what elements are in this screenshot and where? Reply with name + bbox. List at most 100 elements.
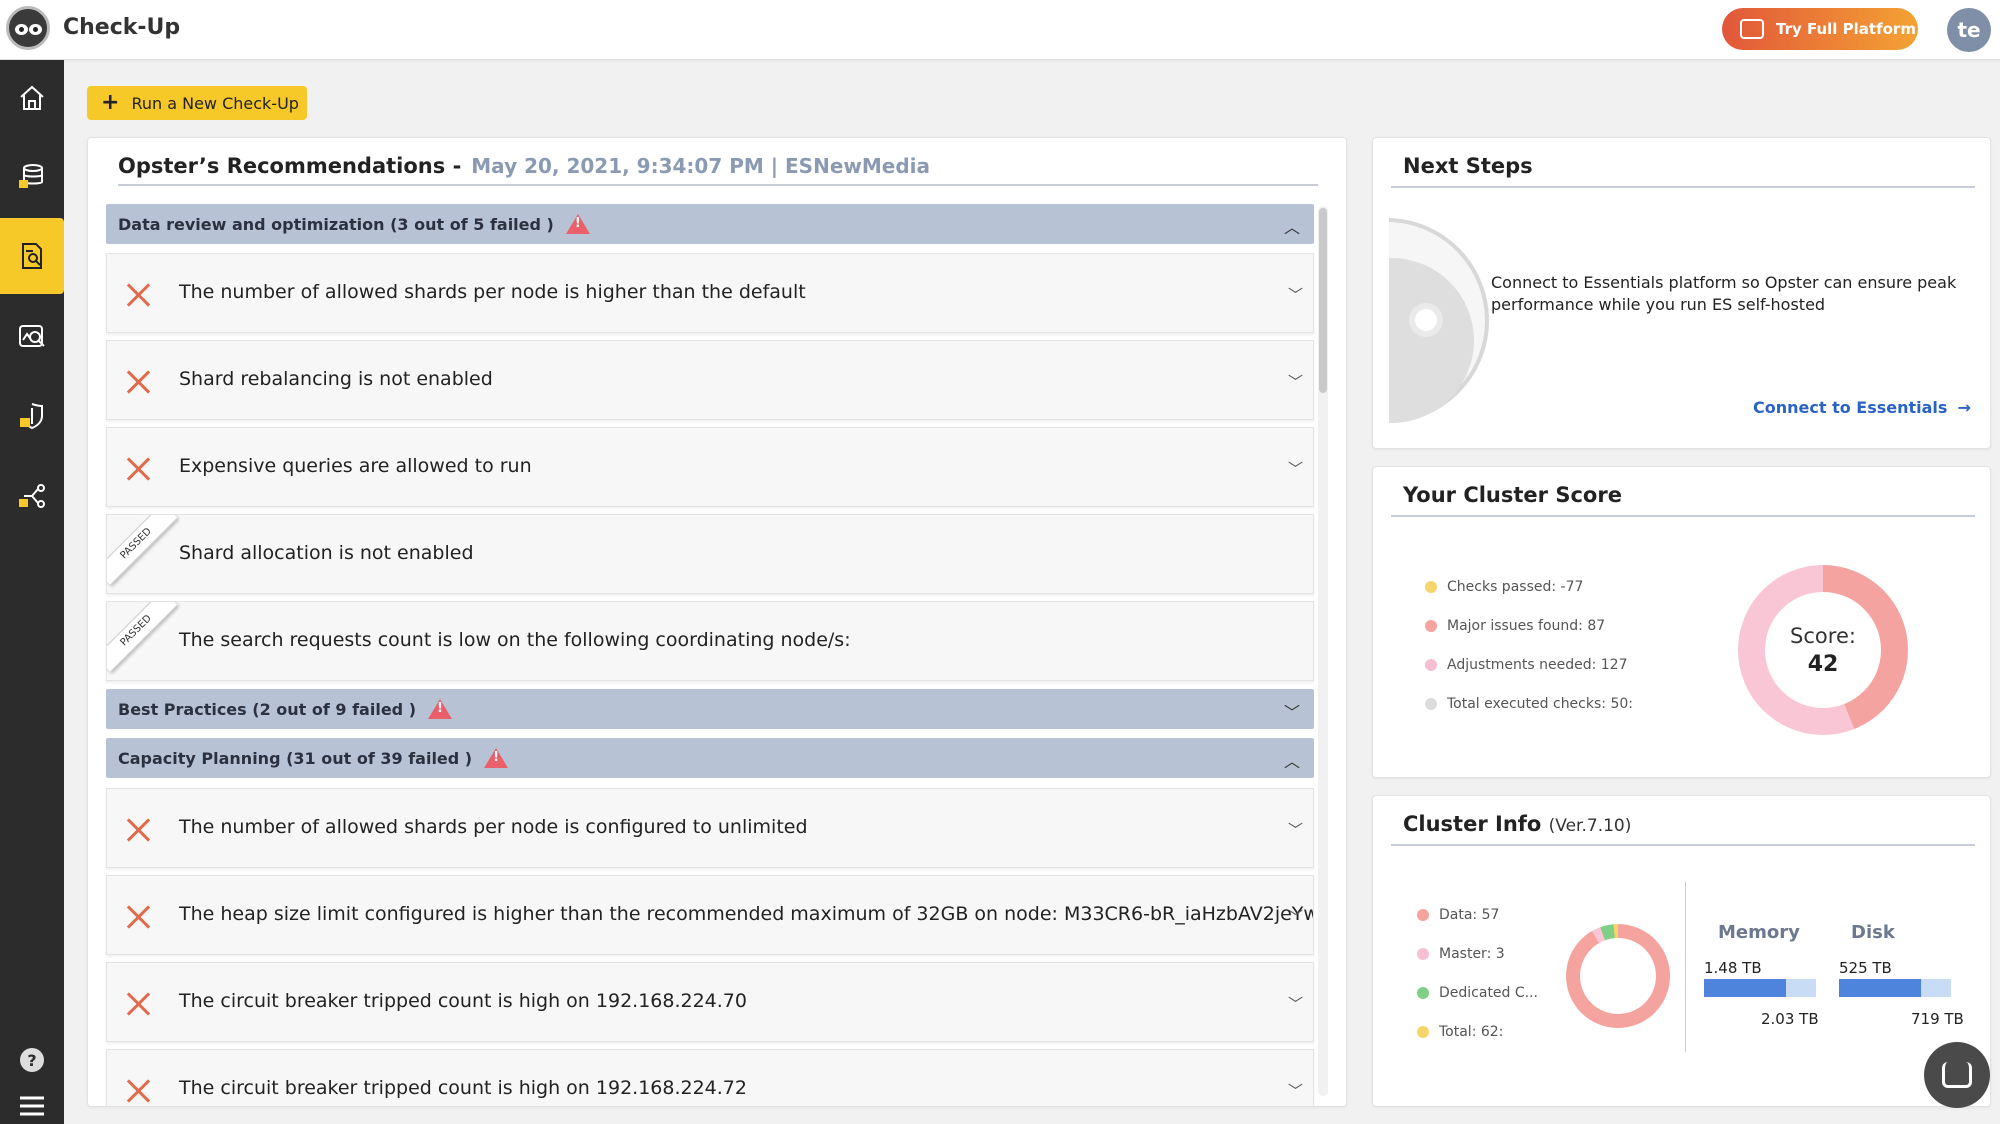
memory-title: Memory [1718, 922, 1800, 943]
cluster-version: (Ver.7.10) [1548, 816, 1632, 836]
sidebar-item-monitoring[interactable] [0, 298, 64, 374]
warning-icon [428, 699, 453, 719]
database-lock-icon [19, 164, 43, 188]
graduation-cap-icon [1740, 19, 1764, 39]
recommendation-item[interactable]: Shard rebalancing is not enabled ﹀ [106, 340, 1314, 420]
recommendation-text: The circuit breaker tripped count is hig… [179, 1077, 747, 1099]
legend-label: Total executed checks: 50: [1447, 696, 1633, 712]
recommendation-text: Expensive queries are allowed to run [179, 455, 532, 477]
chevron-down-icon[interactable]: ﹀ [1288, 1080, 1303, 1101]
legend-dot [1417, 948, 1429, 960]
failed-x-icon [125, 817, 151, 843]
score-donut-chart: Score: 42 [1738, 565, 1908, 735]
legend-item: Major issues found: 87 [1425, 618, 1605, 634]
sidebar: ? [0, 60, 64, 1124]
sidebar-item-security[interactable] [0, 378, 64, 454]
recommendation-item[interactable]: The number of allowed shards per node is… [106, 253, 1314, 333]
memory-bar-fill [1704, 979, 1786, 997]
chat-button[interactable] [1924, 1042, 1990, 1108]
section-header-capacity-planning[interactable]: Capacity Planning (31 out of 39 failed )… [106, 738, 1314, 778]
legend-dot [1425, 698, 1437, 710]
disk-bar [1839, 979, 1951, 997]
run-new-check-up-button[interactable]: + Run a New Check-Up [87, 86, 307, 120]
recommendation-item[interactable]: The circuit breaker tripped count is hig… [106, 1049, 1314, 1106]
failed-x-icon [125, 904, 151, 930]
legend-item: Total executed checks: 50: [1425, 696, 1633, 712]
recommendation-text: The circuit breaker tripped count is hig… [179, 990, 747, 1012]
sidebar-item-menu[interactable] [0, 1068, 64, 1124]
divider [1391, 515, 1975, 517]
warning-icon [484, 748, 509, 768]
section-title: Capacity Planning (31 out of 39 failed ) [118, 748, 473, 768]
legend-item: Dedicated C... [1417, 985, 1538, 1001]
memory-total: 2.03 TB [1761, 1010, 1819, 1028]
legend-dot [1425, 659, 1437, 671]
chevron-down-icon[interactable]: ﹀ [1288, 284, 1303, 305]
recommendation-item[interactable]: The number of allowed shards per node is… [106, 788, 1314, 868]
recommendation-item: PASSED Shard allocation is not enabled [106, 514, 1314, 594]
legend-label: Dedicated C... [1439, 985, 1539, 1001]
cluster-info-panel: Cluster Info (Ver.7.10) Data: 57 Master:… [1372, 795, 1991, 1107]
shield-lock-icon [20, 403, 43, 430]
run-new-check-up-label: Run a New Check-Up [131, 93, 299, 113]
try-full-platform-label: Try Full Platform [1776, 20, 1916, 38]
legend-dot [1425, 620, 1437, 632]
passed-ribbon: PASSED [107, 602, 178, 673]
recommendation-item[interactable]: The circuit breaker tripped count is hig… [106, 962, 1314, 1042]
cluster-info-title-text: Cluster Info [1403, 812, 1542, 836]
recommendation-item[interactable]: The heap size limit configured is higher… [106, 875, 1314, 955]
section-header-data-review[interactable]: Data review and optimization (3 out of 5… [106, 204, 1314, 244]
sidebar-item-data[interactable] [0, 138, 64, 214]
divider [1391, 844, 1975, 846]
app-title: Check-Up [63, 15, 181, 40]
opster-logo-icon[interactable] [6, 6, 50, 50]
nodes-donut-chart [1566, 924, 1670, 1028]
legend-label: Major issues found: 87 [1447, 618, 1606, 634]
sidebar-item-workflow[interactable] [0, 458, 64, 534]
plus-icon: + [101, 90, 120, 115]
workflow-icon [19, 484, 45, 508]
chevron-down-icon[interactable]: ﹀ [1288, 458, 1303, 479]
scrollbar-thumb[interactable] [1319, 208, 1327, 393]
legend-label: Checks passed: -77 [1447, 579, 1584, 595]
connect-to-essentials-link[interactable]: Connect to Essentials → [1753, 398, 1971, 417]
recommendation-text: Shard rebalancing is not enabled [179, 368, 493, 390]
disk-used: 525 TB [1839, 959, 1892, 977]
recommendations-subtitle: May 20, 2021, 9:34:07 PM | ESNewMedia [471, 154, 930, 178]
divider [1391, 186, 1975, 188]
failed-x-icon [125, 1078, 151, 1104]
sidebar-item-home[interactable] [0, 60, 64, 136]
legend-item: Master: 3 [1417, 946, 1505, 962]
legend-item: Data: 57 [1417, 907, 1499, 923]
next-steps-text: Connect to Essentials platform so Opster… [1491, 273, 1957, 314]
memory-bar [1704, 979, 1816, 997]
sidebar-item-check-up[interactable] [0, 218, 64, 294]
recommendation-text: The number of allowed shards per node is… [179, 281, 806, 303]
chevron-down-icon[interactable]: ﹀ [1288, 906, 1303, 927]
recommendation-item: PASSED The search requests count is low … [106, 601, 1314, 681]
failed-x-icon [125, 991, 151, 1017]
legend-label: Data: 57 [1439, 907, 1500, 923]
cluster-info-title: Cluster Info (Ver.7.10) [1403, 812, 1631, 836]
opster-illustration-icon [1389, 218, 1494, 423]
recommendation-item[interactable]: Expensive queries are allowed to run ﹀ [106, 427, 1314, 507]
chevron-down-icon[interactable]: ﹀ [1288, 819, 1303, 840]
recommendation-text: The heap size limit configured is higher… [179, 903, 1314, 925]
divider [1685, 882, 1686, 1052]
section-header-best-practices[interactable]: Best Practices (2 out of 9 failed ) ﹀ [106, 689, 1314, 729]
chevron-down-icon[interactable]: ﹀ [1288, 993, 1303, 1014]
legend-dot [1417, 987, 1429, 999]
try-full-platform-button[interactable]: Try Full Platform [1722, 8, 1918, 50]
avatar[interactable]: te [1947, 8, 1991, 52]
cluster-score-title: Your Cluster Score [1403, 483, 1622, 507]
chevron-down-icon[interactable]: ﹀ [1288, 371, 1303, 392]
recommendation-text: Shard allocation is not enabled [179, 542, 474, 564]
disk-bar-fill [1839, 979, 1921, 997]
failed-x-icon [125, 282, 151, 308]
chat-icon [1942, 1062, 1972, 1088]
disk-title: Disk [1851, 922, 1895, 943]
legend-item: Checks passed: -77 [1425, 579, 1583, 595]
recommendation-text: The number of allowed shards per node is… [179, 816, 808, 838]
failed-x-icon [125, 369, 151, 395]
connect-to-essentials-label: Connect to Essentials [1753, 398, 1948, 417]
